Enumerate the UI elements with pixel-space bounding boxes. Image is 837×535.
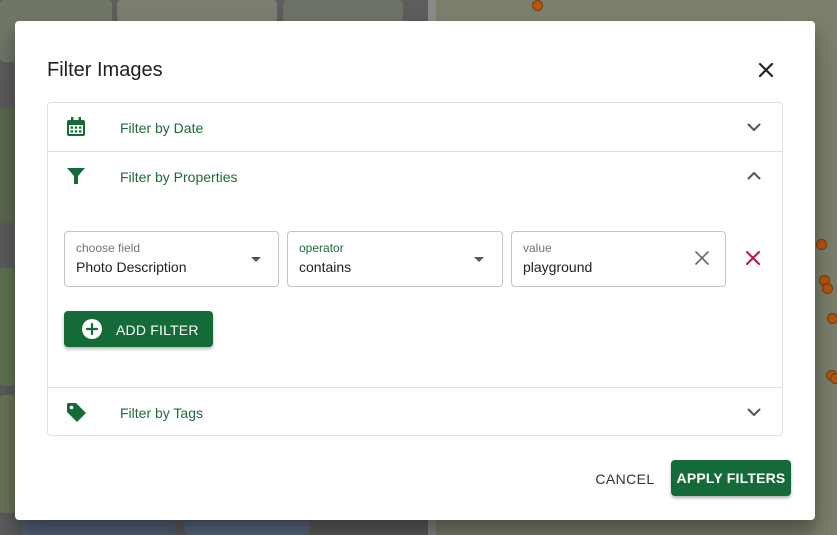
operator-select[interactable]: operator contains [287, 231, 503, 287]
remove-filter-icon[interactable] [744, 249, 762, 267]
gallery-thumbnail [22, 521, 176, 535]
chevron-down-icon [747, 408, 761, 416]
section-filter-by-properties[interactable]: Filter by Properties [48, 152, 782, 200]
section-filter-by-date[interactable]: Filter by Date [48, 103, 782, 151]
filter-images-dialog: Filter Images Filter by Date Filter by P… [15, 21, 815, 520]
dropdown-arrow-icon[interactable] [474, 257, 484, 262]
add-circle-icon [82, 319, 102, 339]
add-filter-label: ADD FILTER [116, 322, 199, 338]
chevron-up-icon [747, 172, 761, 180]
cancel-button[interactable]: CANCEL [590, 461, 660, 497]
dropdown-arrow-icon[interactable] [251, 257, 261, 262]
map-marker [827, 313, 837, 324]
map-marker [830, 373, 837, 384]
dialog-title: Filter Images [47, 59, 163, 81]
chevron-down-icon [747, 123, 761, 131]
choose-field-select[interactable]: choose field Photo Description [64, 231, 279, 287]
field-value: Photo Description [76, 259, 187, 275]
gallery-thumbnail [0, 108, 15, 223]
value-input[interactable]: value playground [511, 231, 726, 287]
tag-icon [67, 403, 86, 422]
operator-label: operator [299, 241, 344, 255]
map-marker [532, 0, 543, 11]
filter-accordion: Filter by Date Filter by Properties choo… [47, 102, 783, 436]
funnel-icon [67, 168, 85, 184]
section-filter-by-tags[interactable]: Filter by Tags [48, 388, 782, 436]
close-button[interactable] [753, 57, 779, 83]
gallery-thumbnail [184, 521, 310, 535]
field-label: choose field [76, 241, 141, 255]
gallery-thumbnail [117, 0, 277, 22]
map-marker [816, 239, 827, 250]
apply-filters-button[interactable]: APPLY FILTERS [671, 460, 791, 496]
section-label: Filter by Date [120, 120, 204, 136]
clear-value-icon[interactable] [693, 249, 711, 267]
section-label: Filter by Properties [120, 169, 238, 185]
gallery-thumbnail [0, 395, 15, 513]
calendar-icon [67, 117, 85, 136]
gallery-thumbnail [0, 268, 15, 386]
gallery-thumbnail [283, 0, 403, 22]
value-text: playground [523, 259, 593, 275]
value-label: value [523, 241, 552, 255]
section-label: Filter by Tags [120, 405, 203, 421]
map-marker [822, 283, 833, 294]
close-icon [758, 62, 774, 78]
add-filter-button[interactable]: ADD FILTER [64, 311, 213, 347]
operator-value: contains [299, 259, 352, 275]
